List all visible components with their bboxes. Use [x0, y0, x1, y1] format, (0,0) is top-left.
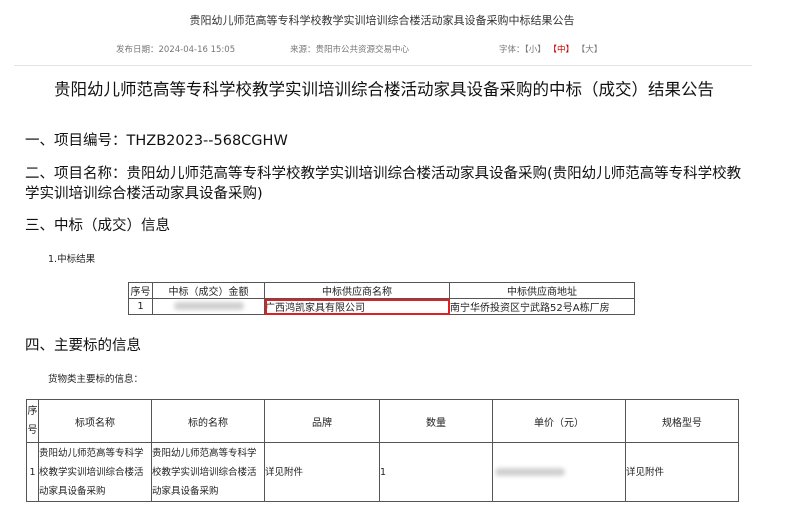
section-project-number: 一、项目编号：THZB2023--568CGHW [25, 133, 288, 149]
source-info: 来源：贵阳市公共资源交易中心 [290, 43, 409, 55]
document-title: 贵阳幼儿师范高等专科学校教学实训培训综合楼活动家具设备采购的中标（成交）结果公告 [54, 80, 714, 99]
col-header-quantity: 数量 [379, 399, 493, 443]
col-header-address: 中标供应商地址 [449, 282, 635, 299]
col-header-amount: 中标（成交）金额 [152, 282, 265, 299]
col-header-lot-name: 标项名称 [38, 399, 152, 443]
goods-items-table: 序号 标项名称 标的名称 品牌 数量 单价（元） 规格型号 1 贵阳幼儿师范高等… [26, 399, 739, 502]
spec: 详见附件 [625, 442, 739, 502]
publish-date: 2024-04-16 15:05 [158, 45, 236, 55]
header-divider [14, 65, 752, 66]
col-header-supplier: 中标供应商名称 [264, 282, 450, 299]
quantity: 1 [379, 442, 493, 502]
publish-date-label: 发布日期： [116, 45, 159, 55]
font-medium-button[interactable]: 【中】 [548, 45, 574, 55]
redacted-value [495, 468, 565, 476]
lot-name: 贵阳幼儿师范高等专科学校教学实训培训综合楼活动家具设备采购 [38, 442, 152, 502]
award-result-table: 序号 中标（成交）金额 中标供应商名称 中标供应商地址 1 广西鸿凯家具有限公司… [128, 282, 635, 315]
row-index: 1 [26, 442, 39, 502]
redacted-value [173, 302, 244, 310]
amount-redacted [152, 298, 265, 315]
section-project-name: 二、项目名称：贵阳幼儿师范高等专科学校教学实训培训综合楼活动家具设备采购(贵阳幼… [25, 166, 742, 202]
page-header-title: 贵阳幼儿师范高等专科学校教学实训培训综合楼活动家具设备采购中标结果公告 [189, 14, 575, 27]
font-size-label: 字体： [499, 45, 525, 55]
award-result-subheading: 1.中标结果 [48, 254, 96, 265]
source-label: 来源： [290, 45, 316, 55]
row-index: 1 [128, 298, 153, 315]
source-value: 贵阳市公共资源交易中心 [315, 45, 410, 55]
table-row: 1 贵阳幼儿师范高等专科学校教学实训培训综合楼活动家具设备采购 贵阳幼儿师范高等… [26, 442, 739, 502]
font-size-switcher: 字体：【小】 【中】 【大】 [499, 43, 602, 55]
table-header-row: 序号 中标（成交）金额 中标供应商名称 中标供应商地址 [128, 282, 635, 299]
col-header-index: 序号 [26, 399, 39, 443]
col-header-item-name: 标的名称 [151, 399, 265, 443]
supplier-name: 广西鸿凯家具有限公司 [265, 303, 365, 314]
item-name: 贵阳幼儿师范高等专科学校教学实训培训综合楼活动家具设备采购 [151, 442, 265, 502]
col-header-unit-price: 单价（元） [492, 399, 626, 443]
supplier-address: 南宁华侨投资区宁武路52号A栋厂房 [449, 298, 635, 315]
brand: 详见附件 [264, 442, 380, 502]
font-large-button[interactable]: 【大】 [577, 45, 603, 55]
table-header-row: 序号 标项名称 标的名称 品牌 数量 单价（元） 规格型号 [26, 399, 739, 443]
publish-date-info: 发布日期：2024-04-16 15:05 [116, 43, 235, 55]
font-small-button[interactable]: 【小】 [525, 45, 546, 55]
goods-items-subheading: 货物类主要标的信息： [48, 374, 144, 385]
section-award-info: 三、中标（成交）信息 [25, 218, 170, 234]
col-header-spec: 规格型号 [625, 399, 739, 443]
unit-price-redacted [492, 442, 626, 502]
col-header-index: 序号 [128, 282, 153, 299]
section-main-items: 四、主要标的信息 [25, 338, 141, 354]
table-row: 1 广西鸿凯家具有限公司 南宁华侨投资区宁武路52号A栋厂房 [128, 298, 635, 315]
col-header-brand: 品牌 [264, 399, 380, 443]
supplier-name-cell: 广西鸿凯家具有限公司 [264, 298, 450, 315]
